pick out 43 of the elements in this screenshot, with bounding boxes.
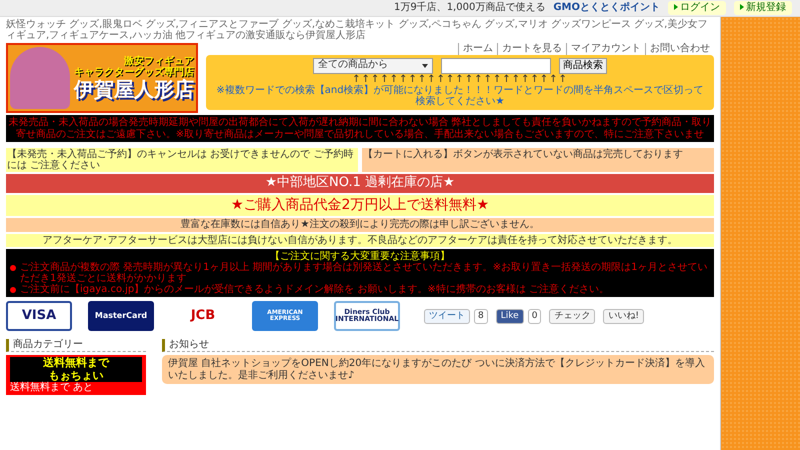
card-logo: VISA <box>6 301 72 332</box>
logo-text: 伊賀屋人形店 <box>74 78 194 101</box>
promo-banner: ★ご購入商品代金2万円以上で送料無料★ <box>6 194 714 216</box>
search-button[interactable]: 商品検索 <box>559 58 607 74</box>
logo-text: 激安フィギュア <box>124 56 194 67</box>
banner-text: 送料無料まで あと <box>10 382 94 394</box>
share-button[interactable]: ツイート <box>424 308 470 324</box>
account-button[interactable]: ログイン <box>668 1 726 15</box>
account-button[interactable]: 新規登録 <box>734 1 792 15</box>
share-count: 8 <box>474 308 488 324</box>
arrow-row-text: ↑↑↑↑↑↑↑↑↑↑↑↑↑↑↑↑↑↑↑↑↑↑↑ <box>352 74 569 85</box>
category-select[interactable]: 全ての商品から <box>313 58 433 74</box>
share-button[interactable]: Like <box>496 308 524 324</box>
banner-title: もぉちょい <box>48 370 104 382</box>
news-text: 伊賀屋 自社ネットショップをOPENし約20年になりますがこのたび ついに決済方法で【クレジットカード決済】を導入いたしました。是非ご利用くださいませ♪ <box>162 355 714 384</box>
notice-text: 【カートに入れる】ボタンが表示されていない商品は完売しております <box>362 148 714 172</box>
bullet-icon <box>10 287 16 294</box>
share-button[interactable]: チェック <box>549 308 596 324</box>
play-icon <box>740 4 744 10</box>
promo-text: 1万9千店、1,000万商品で使える <box>394 2 546 14</box>
section-heading: お知らせ <box>162 339 714 352</box>
notice-text: アフターケア･アフターサービスは大型店には負けない自信があります。不良品などのアフターケアは責任を持って対応させていただきます。 <box>6 234 714 247</box>
logo-text: キャラクターグッズ専門店 <box>74 67 194 78</box>
category-banner[interactable]: 送料無料まで もぉちょい 送料無料まで あと <box>6 355 146 396</box>
bullet-icon <box>10 264 16 271</box>
notice-title: 【ご注文に関する大変重要な注意事項】 <box>269 250 451 262</box>
notice-text: ご注文商品が複数の際 発売時期が異なり1ヶ月以上 期間があります場合は別発送とさせていただきます。※お取り置き一括発送の期限は1ヶ月とさせていただき1発送ごとに送料がかかります <box>20 262 708 284</box>
notice-text: 【未発売・未入荷品ご予約】のキャンセルは お受けできませんので ご予約時には ご注意ください <box>6 148 358 172</box>
banner-title: 送料無料まで <box>42 357 110 370</box>
share-button[interactable]: いいね! <box>603 308 644 324</box>
points-logo[interactable]: GMOとくとくポイント <box>553 2 660 14</box>
promo-banner: ★中部地区NO.1 過剰在庫の店★ <box>6 174 714 193</box>
search-hint: ※複数ワードでの検索【and検索】が可能になりました！！！ワードとワードの間を半角スペースで区切って検索してください★ <box>215 84 705 108</box>
play-icon <box>674 4 678 10</box>
notice-text: 未発売品・未入荷品の場合発売時期延期や問屋の出荷都合にて入荷が遅れ納期に間に合わない場合 弊社としましても責任を負いかねますので予約商品・取り寄せ商品のご注文はご遠慮下さい。※取り寄せ商品はメーカーや問屋で品切れしている場合、手配出来ない場合もございますので、特にご注意下さいませ <box>6 115 714 142</box>
notice-text: ご注文前に【igaya.co.jp】からのメールが受信できるようドメイン解除を お願いします。※特に携帯のお客様は ご注意ください。 <box>20 284 609 296</box>
keyword-text: 妖怪ウォッチ グッズ,眼鬼ロベ グッズ,フィニアスとファーブ グッズ,なめこ栽培キット グッズ,ペコちゃん グッズ,マリオ グッズワンピース グッズ,美少女フィギュア,フィギュアケース,ハッカ油 他フィギュアの激安通販なら伊賀屋人形店 <box>6 19 708 42</box>
card-logo: MasterCard <box>88 301 154 332</box>
notice-text: 豊富な在庫数には自信あり★注文の殺到により完売の際は申し訳ございません。 <box>6 218 714 232</box>
caret-icon <box>422 64 428 68</box>
share-count: 0 <box>528 308 542 324</box>
search-field[interactable] <box>441 58 551 74</box>
section-heading: 商品カテゴリー <box>6 339 146 352</box>
